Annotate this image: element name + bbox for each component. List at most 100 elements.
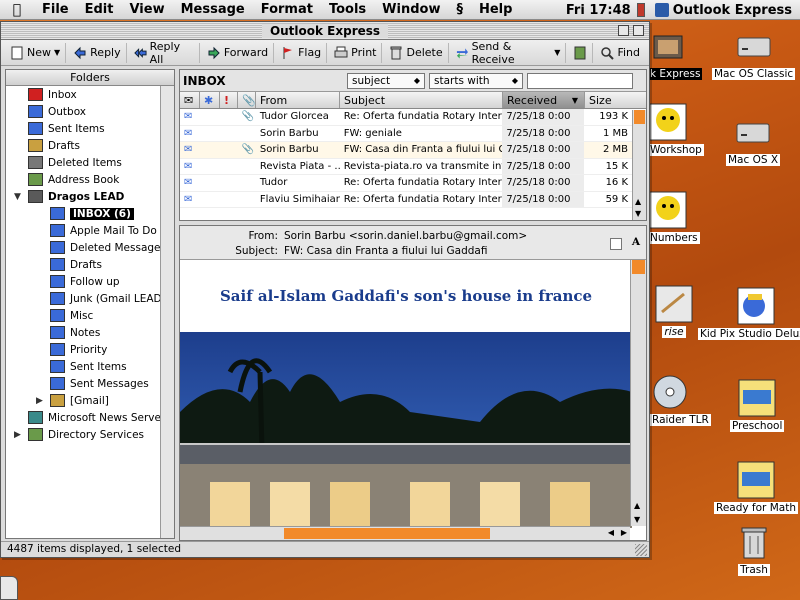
menu-clock[interactable]: Fri 17:48 bbox=[560, 3, 637, 18]
desktop-icon-rise[interactable]: rise bbox=[654, 284, 694, 338]
desktop-icon-tomb-raider[interactable]: Raider TLR bbox=[650, 372, 711, 426]
flag-button[interactable]: Flag bbox=[276, 42, 328, 63]
sidebar-item-misc[interactable]: Misc bbox=[6, 307, 174, 324]
menu-tools[interactable]: Tools bbox=[321, 2, 374, 17]
folder-icon bbox=[28, 122, 43, 135]
filter-op-select[interactable]: starts with ◆ bbox=[429, 72, 523, 89]
scroll-down-arrow-icon[interactable]: ▼ bbox=[635, 209, 641, 218]
desktop-icon-mac-os-x[interactable]: Mac OS X bbox=[726, 112, 781, 166]
scroll-right-arrow-icon[interactable]: ▶ bbox=[621, 528, 627, 537]
menu-file[interactable]: File bbox=[34, 2, 77, 17]
folder-pane-scrollbar[interactable] bbox=[160, 86, 174, 538]
message-list-scrollbar[interactable]: ▲ ▼ bbox=[632, 110, 646, 220]
battery-icon[interactable] bbox=[636, 3, 645, 17]
sidebar-item-outbox[interactable]: Outbox bbox=[6, 103, 174, 120]
col-from[interactable]: From bbox=[256, 92, 340, 108]
sidebar-item-inbox[interactable]: Inbox bbox=[6, 86, 174, 103]
scroll-down-arrow-icon[interactable]: ▼ bbox=[634, 515, 640, 524]
scroll-thumb[interactable] bbox=[632, 260, 645, 274]
sidebar-item-imap-inbox[interactable]: INBOX (6) bbox=[6, 205, 174, 222]
menu-help[interactable]: Help bbox=[471, 2, 520, 17]
sidebar-item-follow-up[interactable]: Follow up bbox=[6, 273, 174, 290]
sidebar-item-deleted-items[interactable]: Deleted Items bbox=[6, 154, 174, 171]
preview-vertical-scrollbar[interactable]: ▲ ▼ bbox=[630, 260, 646, 526]
new-button[interactable]: New ▼ bbox=[5, 42, 67, 63]
col-subject[interactable]: Subject bbox=[340, 92, 503, 108]
filter-field-select[interactable]: subject ◆ bbox=[347, 72, 425, 89]
col-size[interactable]: Size bbox=[585, 92, 633, 108]
sidebar-item-drafts[interactable]: Drafts bbox=[6, 137, 174, 154]
trash-icon bbox=[741, 527, 767, 559]
desktop-icon-numbers[interactable]: Numbers bbox=[648, 190, 700, 244]
table-row[interactable]: ✉ Flaviu Simihaian Re: Oferta fundatia Rot… bbox=[180, 191, 632, 208]
table-row[interactable]: ✉ Tudor Re: Oferta fundatia Rotary Interna… bbox=[180, 175, 632, 192]
desktop-icon-kid-pix[interactable]: Kid Pix Studio Deluxe bbox=[698, 286, 800, 340]
collapse-box-icon[interactable] bbox=[633, 25, 644, 36]
menu-view[interactable]: View bbox=[121, 2, 172, 17]
sidebar-item-sent-messages[interactable]: Sent Messages bbox=[6, 375, 174, 392]
disclosure-triangle-icon[interactable]: ▶ bbox=[14, 430, 21, 440]
sidebar-item-sent-items[interactable]: Sent Items bbox=[6, 120, 174, 137]
filter-value-input[interactable] bbox=[527, 72, 633, 89]
big-bird-icon bbox=[649, 103, 687, 141]
desktop-icon-trash[interactable]: Trash bbox=[734, 522, 774, 576]
menu-message[interactable]: Message bbox=[173, 2, 253, 17]
sidebar-item-account-dragos-lead[interactable]: ▼ Dragos LEAD bbox=[6, 188, 174, 205]
desktop-icon-outlook-express[interactable]: k Express bbox=[648, 26, 703, 80]
table-row[interactable]: ✉ Revista Piata - ... Revista-piata.ro va … bbox=[180, 158, 632, 175]
delete-button[interactable]: Delete bbox=[384, 42, 449, 63]
menu-edit[interactable]: Edit bbox=[77, 2, 122, 17]
sidebar-item-imap-drafts[interactable]: Drafts bbox=[6, 256, 174, 273]
resize-grip-icon[interactable] bbox=[635, 544, 647, 556]
col-attachment-icon[interactable]: 📎 bbox=[238, 92, 256, 108]
apple-menu-icon[interactable]:  bbox=[0, 2, 34, 18]
table-row[interactable]: ✉ Sorin Barbu FW: geniale 7/25/18 0:00 1 MB bbox=[180, 125, 632, 142]
table-row[interactable]: ✉ 📎 Sorin Barbu FW: Casa din Franta a fiulu… bbox=[180, 142, 632, 159]
print-button[interactable]: Print bbox=[329, 42, 383, 63]
disclosure-triangle-icon[interactable]: ▼ bbox=[14, 192, 21, 202]
from-value[interactable]: Sorin Barbu <sorin.daniel.barbu@gmail.co… bbox=[284, 230, 527, 242]
desktop-icon-workshop[interactable]: Workshop bbox=[648, 102, 704, 156]
scroll-up-arrow-icon[interactable]: ▲ bbox=[635, 197, 641, 206]
desktop-icon-preschool[interactable]: Preschool bbox=[730, 378, 785, 432]
view-source-icon[interactable] bbox=[610, 238, 622, 250]
send-receive-button[interactable]: Send & Receive ▼ bbox=[451, 40, 567, 66]
window-title-bar[interactable]: Outlook Express bbox=[1, 22, 649, 40]
zoom-box-icon[interactable] bbox=[618, 25, 629, 36]
desktop-icon-ready-for-math[interactable]: Ready for Math bbox=[714, 460, 798, 514]
sidebar-item-deleted-messages[interactable]: Deleted Messages bbox=[6, 239, 174, 256]
script-menu-icon[interactable]: § bbox=[448, 2, 471, 17]
forward-button[interactable]: Forward bbox=[202, 42, 275, 63]
sidebar-item-imap-sent-items[interactable]: Sent Items bbox=[6, 358, 174, 375]
sidebar-item-junk[interactable]: Junk (Gmail LEAD) bbox=[6, 290, 174, 307]
desktop-icon-mac-os-classic[interactable]: Mac OS Classic bbox=[712, 26, 796, 80]
scroll-up-arrow-icon[interactable]: ▲ bbox=[634, 501, 640, 510]
font-size-icon[interactable]: A bbox=[632, 236, 640, 248]
sidebar-item-gmail[interactable]: ▶ [Gmail] bbox=[6, 392, 174, 409]
col-status-icon[interactable]: ✉ bbox=[180, 92, 200, 108]
col-received[interactable]: Received ▼ bbox=[503, 92, 585, 108]
sidebar-item-microsoft-news-server[interactable]: Microsoft News Server bbox=[6, 409, 174, 426]
finder-tab-icon[interactable] bbox=[0, 576, 18, 600]
col-online-icon[interactable]: ✱ bbox=[200, 92, 220, 108]
sidebar-item-priority[interactable]: Priority bbox=[6, 341, 174, 358]
menu-format[interactable]: Format bbox=[253, 2, 321, 17]
sidebar-item-directory-services[interactable]: ▶ Directory Services bbox=[6, 426, 174, 443]
sidebar-item-apple-mail-to-do[interactable]: Apple Mail To Do bbox=[6, 222, 174, 239]
online-status-cell bbox=[200, 175, 220, 191]
sidebar-item-address-book[interactable]: Address Book bbox=[6, 171, 174, 188]
application-menu[interactable]: Outlook Express bbox=[651, 3, 800, 18]
col-priority-icon[interactable]: ! bbox=[220, 92, 238, 108]
preview-horizontal-scrollbar[interactable]: ◀ ▶ bbox=[180, 526, 630, 540]
find-button[interactable]: Find bbox=[595, 43, 645, 63]
reply-button[interactable]: Reply bbox=[68, 42, 127, 63]
sidebar-item-notes[interactable]: Notes bbox=[6, 324, 174, 341]
disclosure-triangle-icon[interactable]: ▶ bbox=[36, 396, 43, 406]
table-row[interactable]: ✉ 📎 Tudor Glorcea Re: Oferta fundatia Rotar… bbox=[180, 109, 632, 126]
address-book-button[interactable] bbox=[568, 42, 594, 63]
scroll-thumb[interactable] bbox=[634, 110, 645, 124]
reply-all-button[interactable]: Reply All bbox=[129, 40, 200, 66]
menu-window[interactable]: Window bbox=[374, 2, 448, 17]
scroll-left-arrow-icon[interactable]: ◀ bbox=[608, 528, 614, 537]
scroll-thumb[interactable] bbox=[284, 528, 490, 539]
